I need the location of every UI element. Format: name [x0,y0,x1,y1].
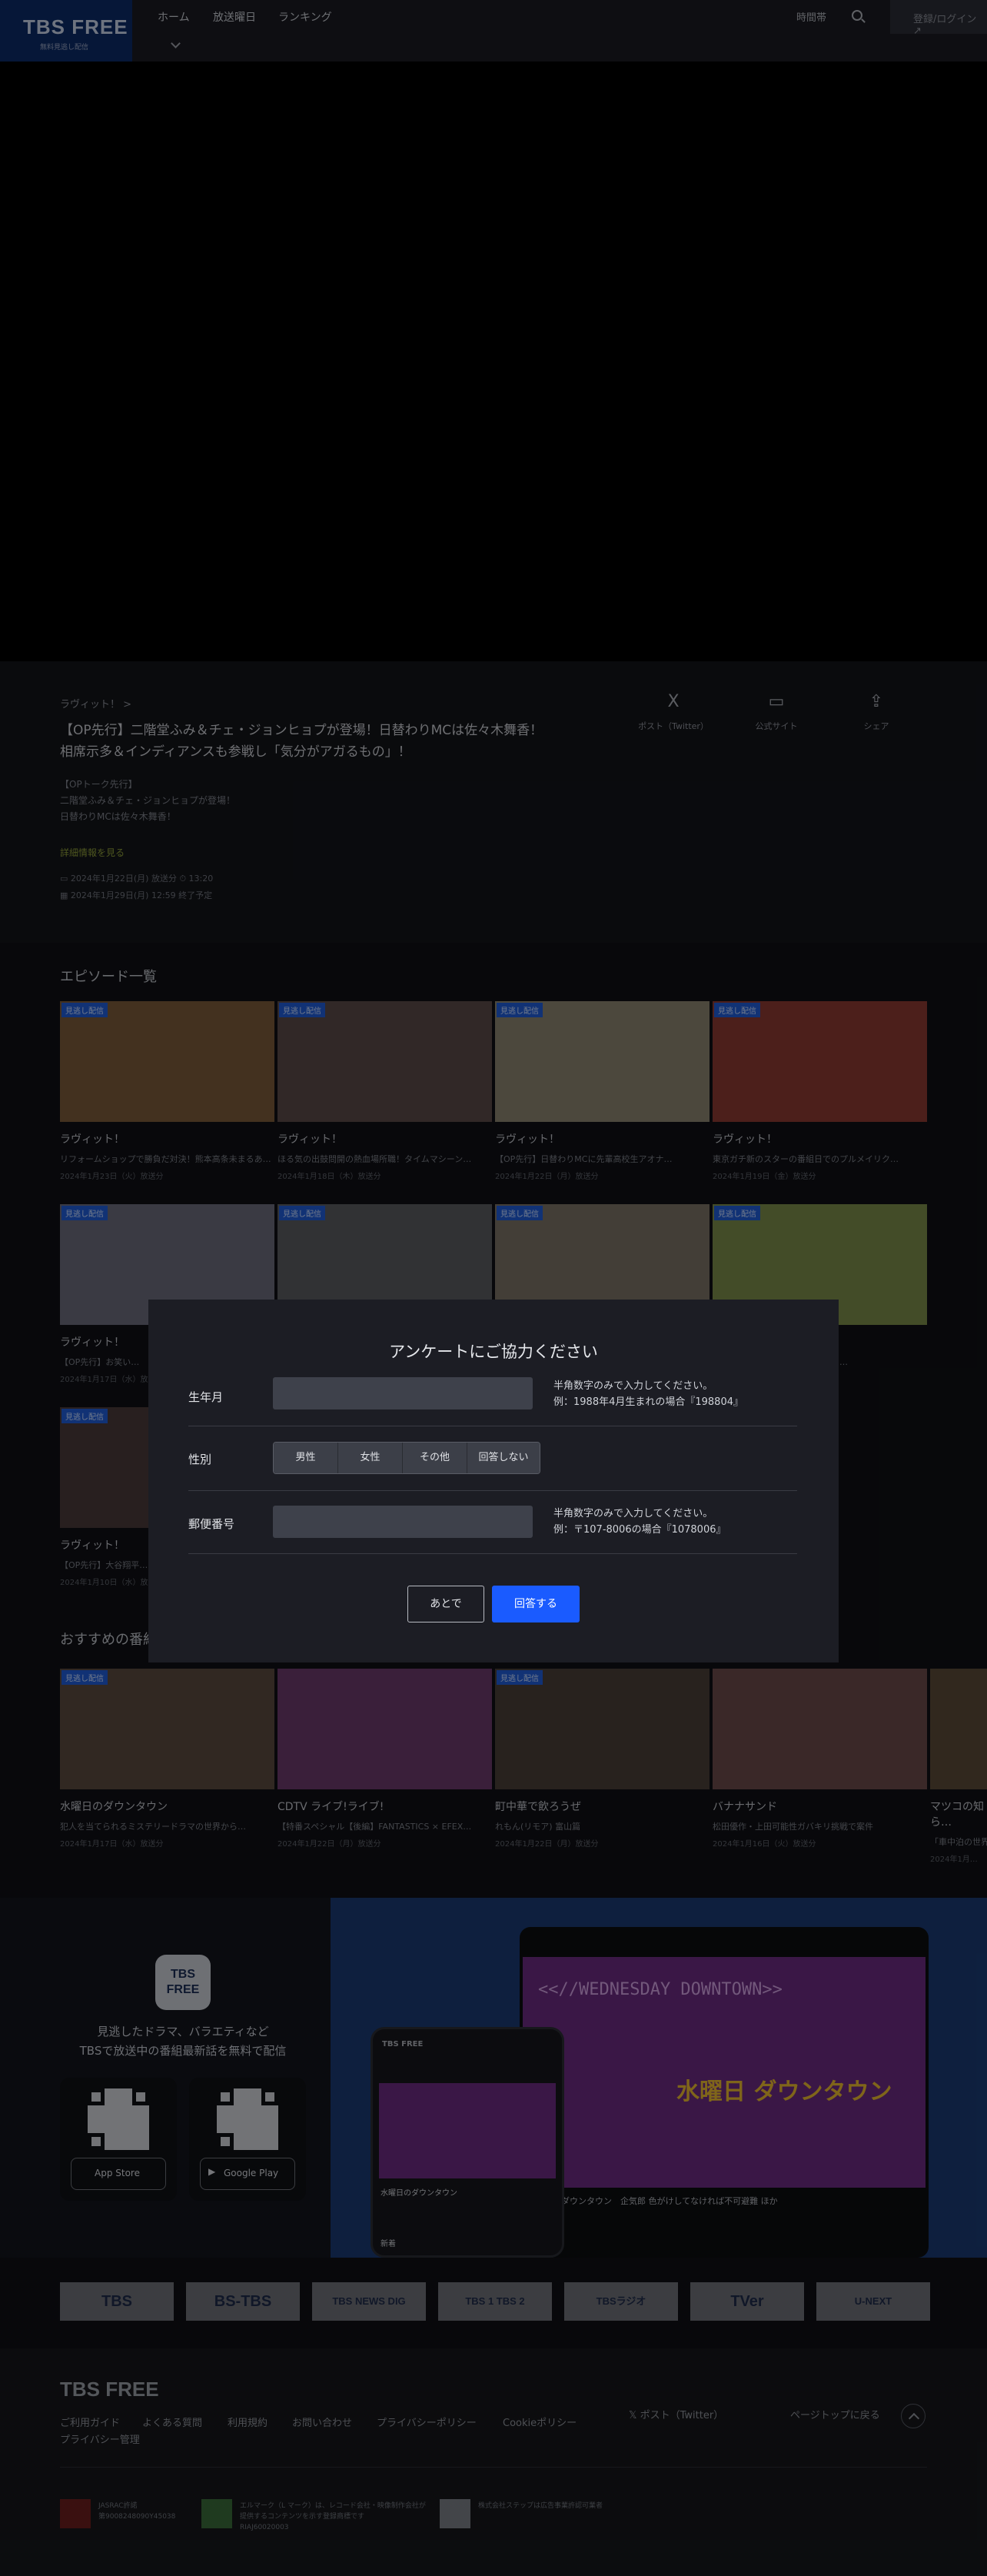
modal-divider [188,1553,797,1554]
modal-divider [188,1490,797,1491]
gender-other[interactable]: その他 [403,1443,467,1473]
zip-hint: 半角数字のみで入力してください。 例：〒107-8006の場合『1078006』 [553,1508,726,1536]
answer-button[interactable]: 回答する [492,1586,580,1622]
zip-label: 郵便番号 [188,1517,235,1531]
zip-input[interactable] [273,1506,533,1538]
survey-title: アンケートにご協力ください [389,1343,598,1361]
birth-label: 生年月 [188,1390,224,1404]
birth-hint: 半角数字のみで入力してください。 例：1988年4月生まれの場合『198804』 [553,1380,743,1408]
gender-label: 性別 [188,1453,212,1466]
gender-no-answer[interactable]: 回答しない [467,1443,540,1473]
gender-female[interactable]: 女性 [338,1443,403,1473]
gender-male[interactable]: 男性 [274,1443,338,1473]
birth-input[interactable] [273,1377,533,1409]
gender-selector: 男性 女性 その他 回答しない [273,1442,540,1474]
later-button[interactable]: あとで [407,1586,484,1622]
modal-overlay[interactable] [0,0,987,2576]
